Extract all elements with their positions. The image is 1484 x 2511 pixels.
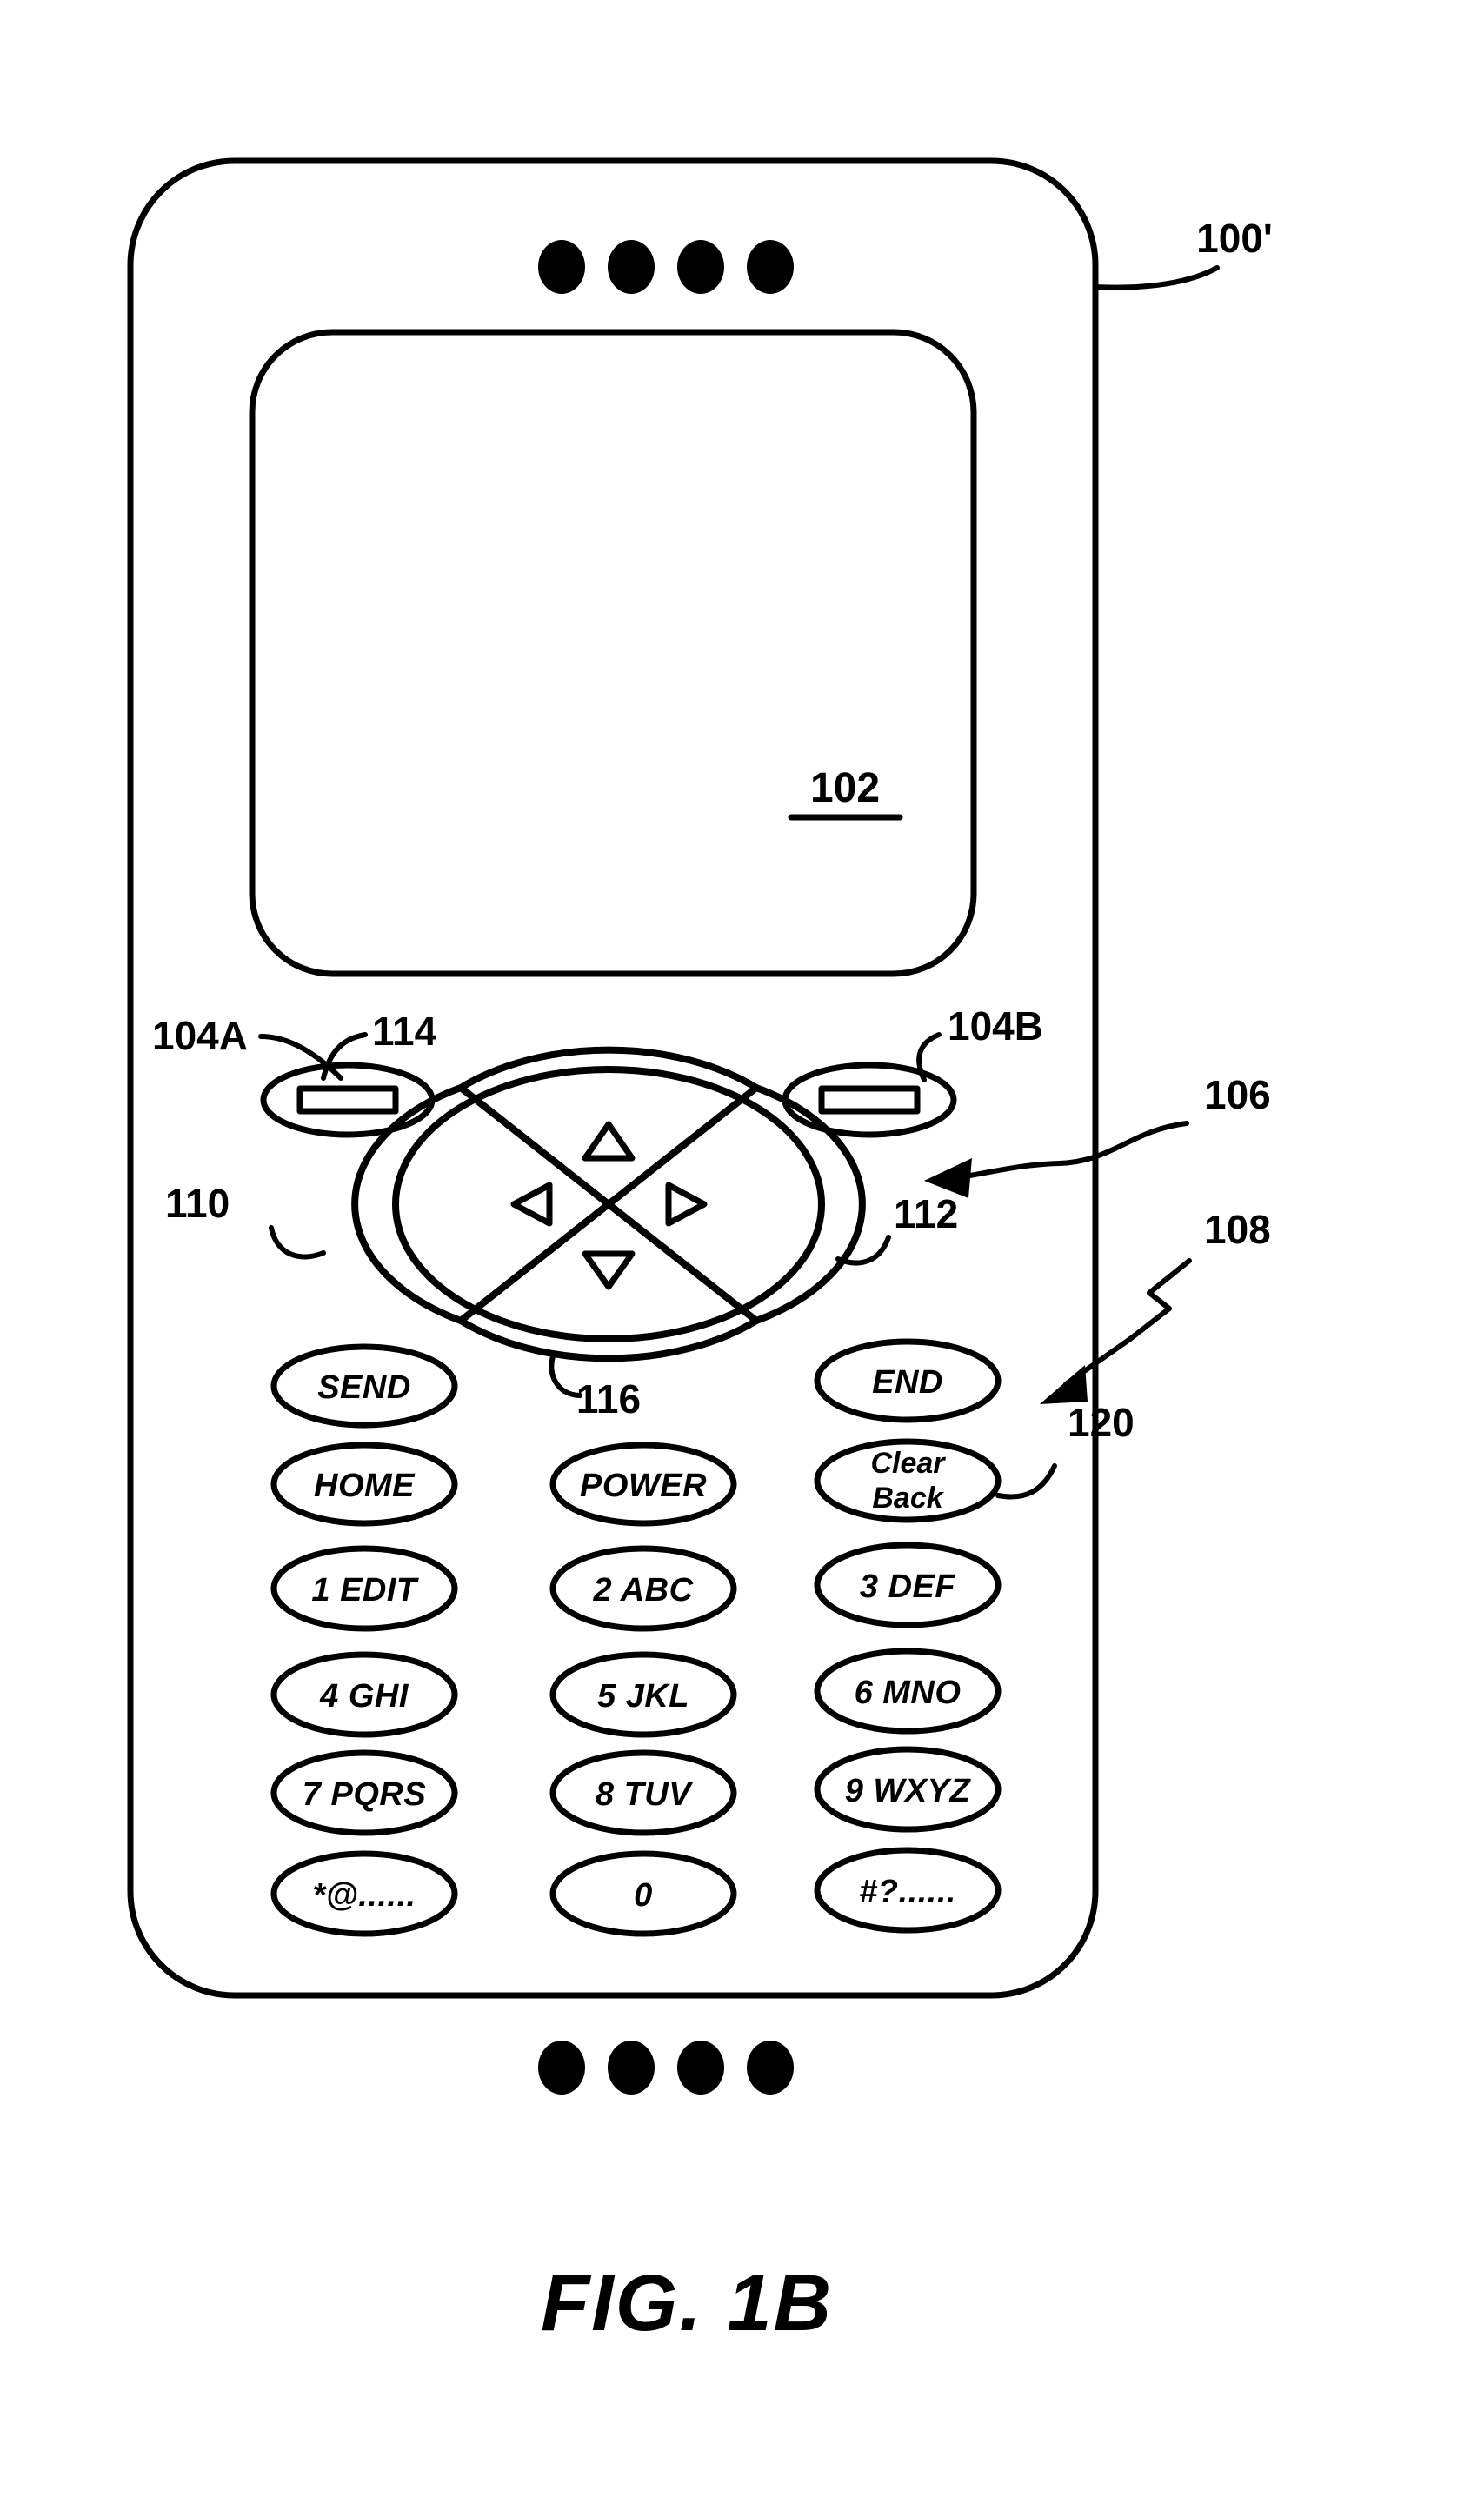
speaker-dot (747, 2041, 794, 2095)
clear-back-ref-label: 120 (1068, 1400, 1135, 1445)
key-7-label: 7 PQRS (303, 1776, 426, 1813)
page-background (0, 0, 1484, 2511)
key-clear-label: Clear (870, 1447, 946, 1480)
soft-key-right-ref-label: 104B (948, 1003, 1043, 1049)
nav-down-ref-label: 116 (576, 1376, 641, 1422)
key-home-label: HOME (314, 1468, 416, 1504)
key-star-label: *@...... (312, 1877, 416, 1914)
nav-pad-ref-label: 106 (1204, 1072, 1271, 1117)
key-send-label: SEND (317, 1369, 411, 1406)
speaker-dot (538, 240, 585, 294)
key-1-label: 1 EDIT (311, 1572, 419, 1609)
key-4-label: 4 GHI (319, 1678, 409, 1715)
patent-figure-page: 102 100' 104A 104B 114 110 112 116 106 1… (0, 0, 1484, 2511)
speaker-dot (538, 2041, 585, 2095)
key-5-label: 5 JKL (597, 1678, 689, 1715)
patent-drawing-canvas: 102 100' 104A 104B 114 110 112 116 106 1… (0, 0, 1484, 2511)
key-pound-label: #?...... (859, 1874, 956, 1910)
key-6-label: 6 MNO (855, 1675, 962, 1711)
key-8-label: 8 TUV (596, 1776, 693, 1813)
speaker-dot (608, 2041, 655, 2095)
speaker-dot (747, 240, 794, 294)
nav-left-ref-label: 110 (165, 1181, 230, 1226)
nav-up-ref-label: 114 (372, 1009, 437, 1054)
key-back-label: Back (872, 1482, 944, 1515)
keypad-ref-label: 108 (1204, 1207, 1271, 1252)
nav-right-ref-label: 112 (894, 1191, 958, 1236)
figure-caption: FIG. 1B (541, 2259, 833, 2348)
speaker-dot (677, 240, 724, 294)
key-end-label: END (872, 1364, 943, 1401)
device-ref-label: 100' (1196, 216, 1273, 261)
speaker-dot (677, 2041, 724, 2095)
soft-key-left-ref-label: 104A (152, 1013, 248, 1058)
speaker-dot (608, 240, 655, 294)
key-0-label: 0 (634, 1877, 653, 1914)
key-3-label: 3 DEF (860, 1569, 956, 1605)
key-2-label: 2 ABC (592, 1572, 693, 1609)
key-power-label: POWER (580, 1468, 707, 1504)
key-9-label: 9 WXYZ (845, 1773, 972, 1809)
display-ref-label: 102 (810, 765, 880, 811)
